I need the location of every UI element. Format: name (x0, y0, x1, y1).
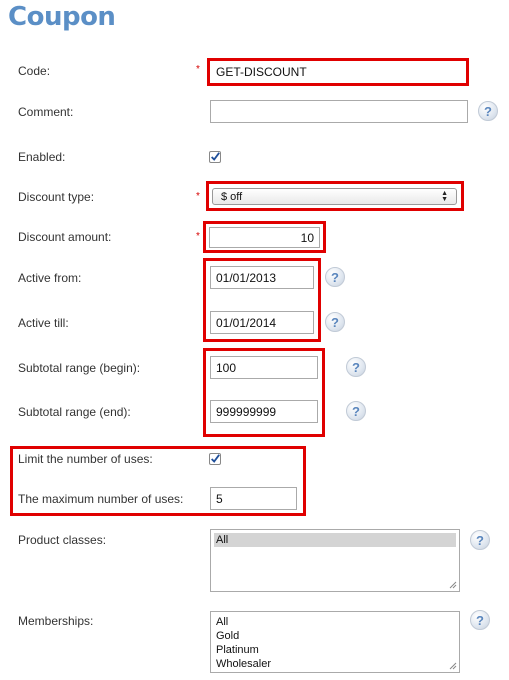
memberships-listbox[interactable]: All Gold Platinum Wholesaler (210, 611, 460, 673)
enabled-checkbox[interactable] (209, 151, 221, 163)
memberships-option[interactable]: Wholesaler (214, 657, 456, 671)
comment-help-icon[interactable]: ? (478, 101, 498, 121)
active-till-label: Active till: (18, 316, 69, 330)
active-till-help-icon[interactable]: ? (325, 312, 345, 332)
active-from-label: Active from: (18, 271, 82, 285)
checkmark-icon (211, 152, 220, 161)
memberships-label: Memberships: (18, 614, 94, 628)
comment-input[interactable] (210, 100, 468, 123)
subtotal-end-label: Subtotal range (end): (18, 405, 131, 419)
comment-label: Comment: (18, 105, 74, 119)
product-classes-option[interactable]: All (214, 533, 456, 547)
memberships-option[interactable]: All (214, 615, 456, 629)
discount-amount-label: Discount amount: (18, 230, 112, 244)
memberships-option[interactable]: Gold (214, 629, 456, 643)
discount-type-label: Discount type: (18, 190, 95, 204)
subtotal-range-highlight-box (203, 348, 325, 437)
code-highlight-box (207, 58, 469, 86)
memberships-option[interactable]: Platinum (214, 643, 456, 657)
code-label: Code: (18, 64, 51, 78)
discount-type-highlight-box (206, 181, 464, 211)
discount-amount-highlight-box (203, 221, 326, 253)
subtotal-begin-help-icon[interactable]: ? (346, 357, 366, 377)
product-classes-listbox[interactable]: All (210, 529, 460, 592)
subtotal-begin-label: Subtotal range (begin): (18, 361, 141, 375)
code-required-marker: * (196, 64, 200, 75)
active-dates-highlight-box (203, 258, 321, 342)
resize-grip-icon[interactable] (449, 662, 457, 670)
subtotal-end-help-icon[interactable]: ? (346, 401, 366, 421)
usage-limit-highlight-box (10, 446, 306, 516)
active-from-help-icon[interactable]: ? (325, 267, 345, 287)
resize-grip-icon[interactable] (449, 581, 457, 589)
product-classes-help-icon[interactable]: ? (470, 530, 490, 550)
discount-type-required-marker: * (196, 191, 200, 202)
product-classes-label: Product classes: (18, 533, 107, 547)
page-title: Coupon (8, 2, 116, 32)
enabled-label: Enabled: (18, 150, 66, 164)
memberships-help-icon[interactable]: ? (470, 610, 490, 630)
discount-amount-required-marker: * (196, 231, 200, 242)
